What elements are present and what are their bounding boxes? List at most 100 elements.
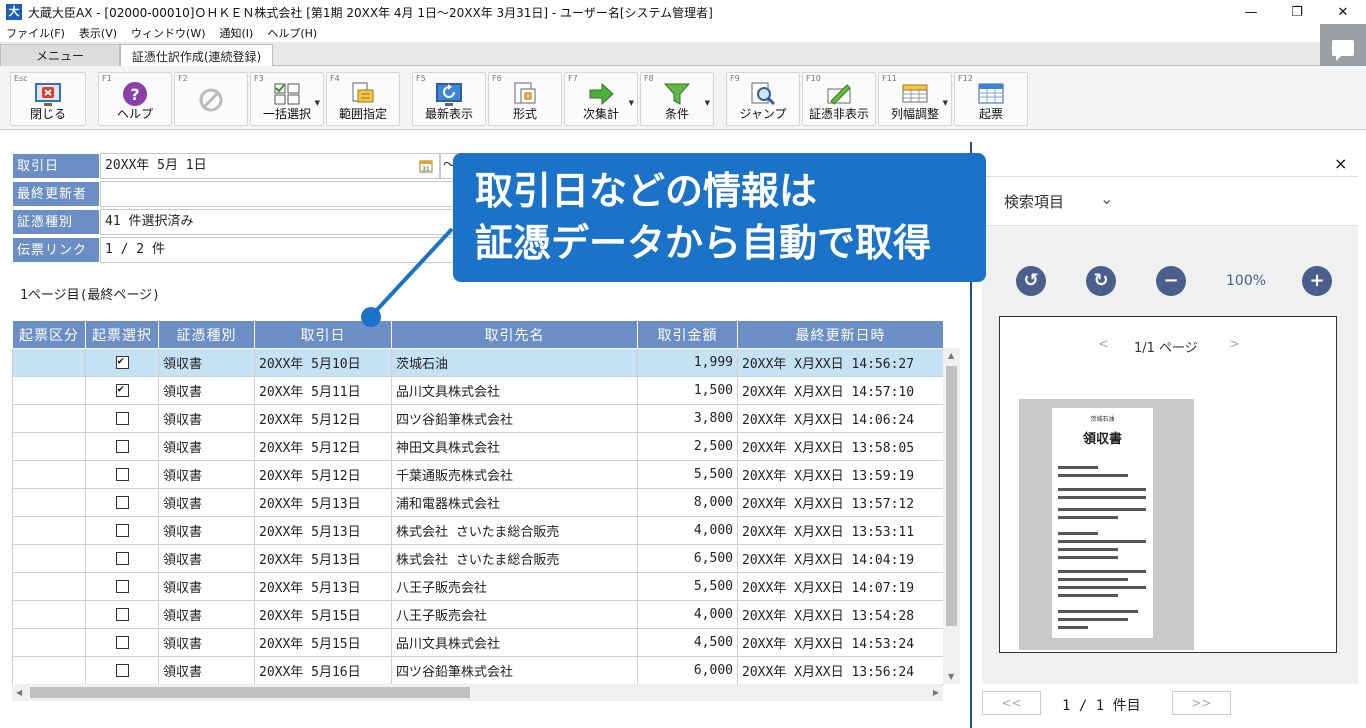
cell-partner: 八王子販売会社 bbox=[391, 572, 638, 601]
key-hint: F12 bbox=[958, 74, 973, 83]
updater-field[interactable] bbox=[100, 181, 458, 207]
search-items-dropdown[interactable]: 検索項目 ⌄ bbox=[982, 176, 1358, 226]
receipt-text-line bbox=[1058, 626, 1088, 629]
table-row[interactable]: 領収書 20XX年 5月15日 八王子販売会社 4,000 20XX年 X月XX日 13… bbox=[12, 600, 944, 629]
chat-button[interactable] bbox=[1320, 24, 1366, 72]
row-checkbox[interactable] bbox=[115, 524, 129, 537]
table-row[interactable]: 領収書 20XX年 5月12日 四ツ谷鉛筆株式会社 3,800 20XX年 X月XX日 … bbox=[12, 404, 944, 433]
key-hint: F10 bbox=[806, 74, 821, 83]
cell-select bbox=[85, 628, 159, 657]
restore-button[interactable]: ❐ bbox=[1274, 0, 1320, 24]
cell-kubun bbox=[12, 572, 86, 601]
prev-page-icon[interactable]: < bbox=[1098, 337, 1109, 352]
bulk-select-button[interactable]: F3 ▼ 一括選択 bbox=[250, 72, 324, 126]
callout-line-1: 取引日などの情報は bbox=[475, 169, 818, 213]
receipt-text-line bbox=[1058, 618, 1128, 621]
key-hint: F1 bbox=[102, 74, 112, 83]
row-checkbox[interactable] bbox=[115, 412, 129, 425]
next-page-icon[interactable]: > bbox=[1229, 337, 1240, 352]
help-button[interactable]: F1 ? ヘルプ bbox=[98, 72, 172, 126]
vertical-scrollbar[interactable]: ▲ ▼ bbox=[943, 348, 960, 684]
receipt-image: 茨城石油 領収書 bbox=[1052, 408, 1153, 638]
rotate-left-icon[interactable]: ↺ bbox=[1016, 266, 1046, 296]
cell-select bbox=[85, 656, 159, 685]
table-row[interactable]: 領収書 20XX年 5月12日 千葉通販売株式会社 5,500 20XX年 X月XX日 … bbox=[12, 460, 944, 489]
first-record-button[interactable]: << bbox=[982, 691, 1041, 715]
col-header-type[interactable]: 証憑種別 bbox=[158, 320, 255, 349]
table-row[interactable]: 領収書 20XX年 5月13日 八王子販売会社 5,500 20XX年 X月XX日 14… bbox=[12, 572, 944, 601]
minimize-button[interactable]: — bbox=[1228, 0, 1274, 24]
col-header-updated[interactable]: 最終更新日時 bbox=[737, 320, 944, 349]
post-entry-button[interactable]: F12 起票 bbox=[954, 72, 1028, 126]
date-field[interactable]: 20XX年 5月 1日 31 bbox=[100, 153, 440, 179]
cell-amount: 4,500 bbox=[637, 628, 738, 657]
zoom-in-icon[interactable]: + bbox=[1302, 266, 1332, 296]
jump-button[interactable]: F9 ジャンプ bbox=[726, 72, 800, 126]
cell-amount: 1,500 bbox=[637, 376, 738, 405]
table-row[interactable]: 領収書 20XX年 5月13日 株式会社 さいたま総合販売 4,000 20XX年 X月… bbox=[12, 516, 944, 545]
menu-notify[interactable]: 通知(I) bbox=[220, 25, 254, 41]
refresh-button[interactable]: F5 最新表示 bbox=[412, 72, 486, 126]
scroll-down-icon[interactable]: ▼ bbox=[948, 672, 954, 681]
col-header-amount[interactable]: 取引金額 bbox=[637, 320, 738, 349]
preview-page-indicator: 1/1 ページ bbox=[1134, 341, 1198, 356]
help-label: ヘルプ bbox=[116, 107, 153, 121]
cell-updated: 20XX年 X月XX日 13:59:19 bbox=[737, 460, 944, 489]
row-checkbox[interactable] bbox=[115, 496, 129, 509]
menu-view[interactable]: 表示(V) bbox=[79, 25, 117, 41]
row-checkbox[interactable] bbox=[115, 354, 129, 369]
row-checkbox[interactable] bbox=[115, 468, 129, 481]
table-row[interactable]: 領収書20XX年 5月11日品川文具株式会社1,50020XX年 X月XX日 1… bbox=[12, 376, 944, 405]
row-checkbox[interactable] bbox=[115, 608, 129, 621]
row-checkbox[interactable] bbox=[115, 636, 129, 649]
tab-voucher-journal[interactable]: 証憑仕訳作成(連続登録) bbox=[120, 44, 273, 67]
scroll-left-icon[interactable]: ◀ bbox=[16, 688, 22, 697]
zoom-out-icon[interactable]: − bbox=[1156, 266, 1186, 296]
table-row[interactable]: 領収書20XX年 5月10日茨城石油1,99920XX年 X月XX日 14:56… bbox=[12, 348, 944, 377]
cell-date: 20XX年 5月13日 bbox=[254, 544, 392, 573]
cell-kubun bbox=[12, 544, 86, 573]
row-checkbox[interactable] bbox=[115, 382, 129, 397]
close-window-button[interactable]: ✕ bbox=[1320, 0, 1366, 24]
vertical-scroll-thumb[interactable] bbox=[946, 366, 957, 626]
condition-label: 条件 bbox=[664, 107, 689, 121]
horizontal-scroll-thumb[interactable] bbox=[30, 687, 470, 698]
table-row[interactable]: 領収書 20XX年 5月15日 品川文具株式会社 4,500 20XX年 X月XX日 1… bbox=[12, 628, 944, 657]
tab-menu[interactable]: メニュー bbox=[0, 44, 120, 66]
condition-button[interactable]: F8 ▼ 条件 bbox=[640, 72, 714, 126]
format-button[interactable]: F6 形式 bbox=[488, 72, 562, 126]
close-button[interactable]: Esc 閉じる bbox=[10, 72, 86, 126]
rotate-right-icon[interactable]: ↻ bbox=[1086, 266, 1116, 296]
cell-kubun bbox=[12, 516, 86, 545]
table-row[interactable]: 領収書 20XX年 5月13日 株式会社 さいたま総合販売 6,500 20XX年 X月… bbox=[12, 544, 944, 573]
row-checkbox[interactable] bbox=[115, 580, 129, 593]
calendar-icon[interactable]: 31 bbox=[419, 159, 433, 173]
cell-voucher-type: 領収書 bbox=[158, 516, 255, 545]
range-button[interactable]: F4 範囲指定 bbox=[326, 72, 400, 126]
row-checkbox[interactable] bbox=[115, 552, 129, 565]
close-panel-icon[interactable]: × bbox=[1334, 154, 1347, 173]
horizontal-scrollbar[interactable]: ◀ ▶ bbox=[12, 684, 943, 701]
cell-partner: 品川文具株式会社 bbox=[391, 628, 638, 657]
table-row[interactable]: 領収書 20XX年 5月13日 浦和電器株式会社 8,000 20XX年 X月XX日 1… bbox=[12, 488, 944, 517]
cell-partner: 品川文具株式会社 bbox=[391, 376, 638, 405]
next-aggregate-button[interactable]: F7 ▼ 次集計 bbox=[564, 72, 638, 126]
callout-line-2: 証憑データから自動で取得 bbox=[475, 221, 932, 265]
last-record-button[interactable]: >> bbox=[1172, 691, 1231, 715]
column-width-button[interactable]: F11 ▼ 列幅調整 bbox=[878, 72, 952, 126]
scroll-right-icon[interactable]: ▶ bbox=[933, 688, 939, 697]
cell-date: 20XX年 5月12日 bbox=[254, 460, 392, 489]
col-header-select[interactable]: 起票選択 bbox=[85, 320, 159, 349]
cell-kubun bbox=[12, 628, 86, 657]
hide-voucher-label: 証憑非表示 bbox=[808, 107, 869, 121]
table-row[interactable]: 領収書 20XX年 5月12日 神田文具株式会社 2,500 20XX年 X月XX日 1… bbox=[12, 432, 944, 461]
table-row[interactable]: 領収書 20XX年 5月16日 四ツ谷鉛筆株式会社 6,000 20XX年 X月XX日 … bbox=[12, 656, 944, 685]
menu-help[interactable]: ヘルプ(H) bbox=[267, 25, 317, 41]
col-header-kubun[interactable]: 起票区分 bbox=[12, 320, 86, 349]
hide-voucher-button[interactable]: F10 証憑非表示 bbox=[802, 72, 876, 126]
menu-window[interactable]: ウィンドウ(W) bbox=[131, 25, 205, 41]
scroll-up-icon[interactable]: ▲ bbox=[948, 351, 954, 360]
row-checkbox[interactable] bbox=[115, 664, 129, 677]
menu-file[interactable]: ファイル(F) bbox=[6, 25, 65, 41]
row-checkbox[interactable] bbox=[115, 440, 129, 453]
